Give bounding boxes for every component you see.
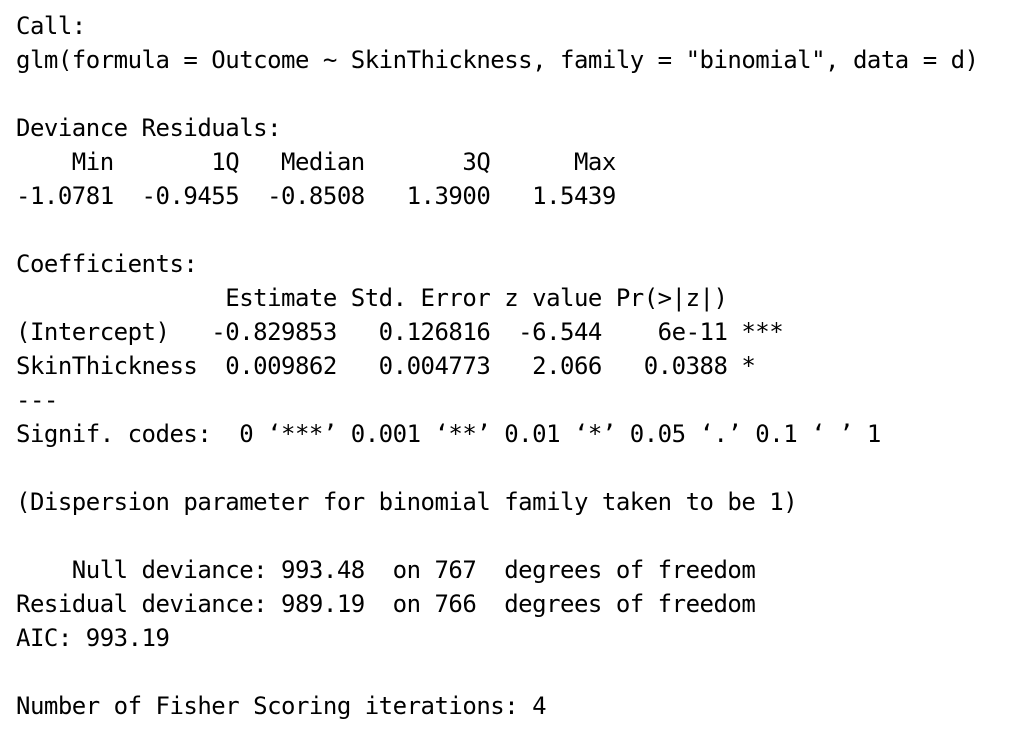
- dispersion-note: (Dispersion parameter for binomial famil…: [16, 488, 798, 516]
- call-header: Call:: [16, 12, 86, 40]
- deviance-residuals-values: -1.0781 -0.9455 -0.8508 1.3900 1.5439: [16, 182, 644, 210]
- separator-line: ---: [16, 386, 58, 414]
- coefficients-column-headers: Estimate Std. Error z value Pr(>|z|): [16, 284, 784, 312]
- null-deviance: Null deviance: 993.48 on 767 degrees of …: [16, 556, 756, 584]
- coefficient-row-intercept: (Intercept) -0.829853 0.126816 -6.544 6e…: [16, 318, 784, 346]
- glm-summary-output: Call: glm(formula = Outcome ~ SkinThickne…: [16, 9, 979, 723]
- fisher-iterations: Number of Fisher Scoring iterations: 4: [16, 692, 547, 720]
- deviance-residuals-labels: Min 1Q Median 3Q Max: [16, 148, 644, 176]
- deviance-residuals-header: Deviance Residuals:: [16, 114, 282, 142]
- signif-codes: Signif. codes: 0 ‘***’ 0.001 ‘**’ 0.01 ‘…: [16, 420, 881, 448]
- aic-value: AIC: 993.19: [16, 624, 170, 652]
- coefficients-header: Coefficients:: [16, 250, 198, 278]
- residual-deviance: Residual deviance: 989.19 on 766 degrees…: [16, 590, 756, 618]
- coefficient-row-skinthickness: SkinThickness 0.009862 0.004773 2.066 0.…: [16, 352, 784, 380]
- call-formula: glm(formula = Outcome ~ SkinThickness, f…: [16, 46, 979, 74]
